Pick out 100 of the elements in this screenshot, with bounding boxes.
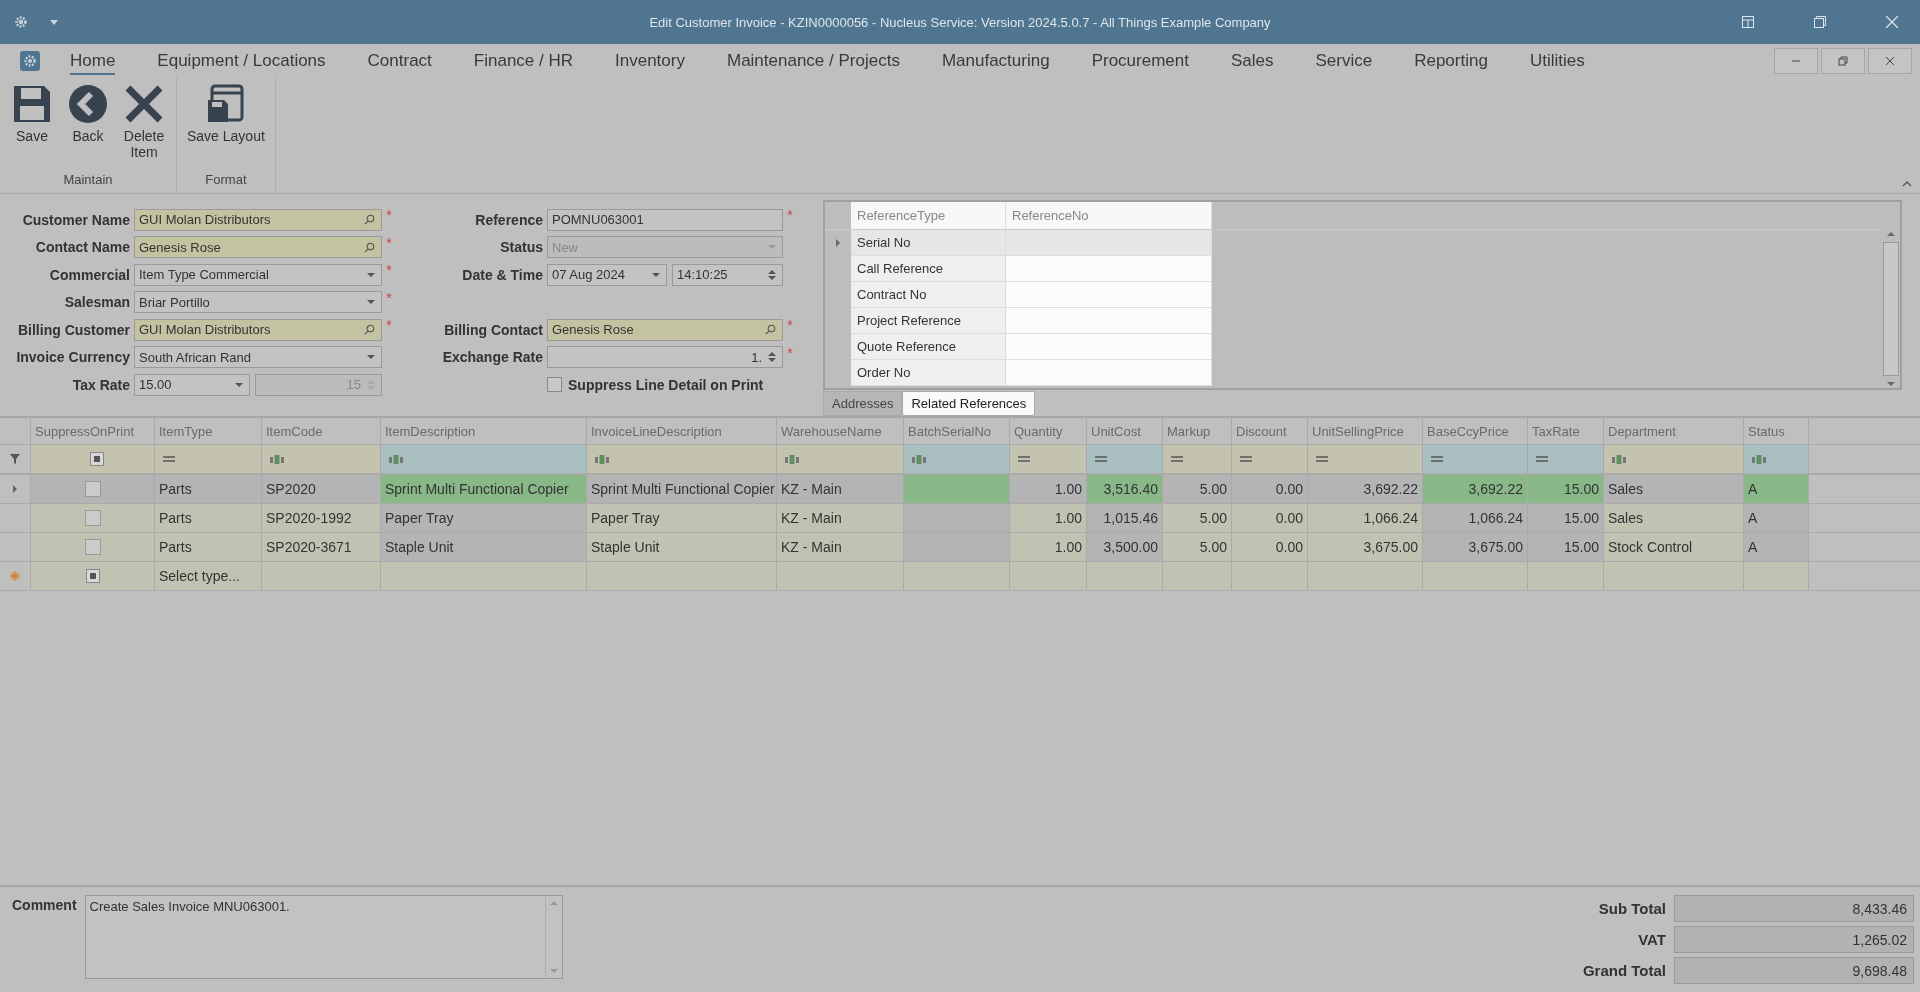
restore-icon: [1838, 56, 1848, 66]
ribbon-button[interactable]: Save: [6, 82, 58, 172]
filter-cell[interactable]: [1087, 445, 1163, 473]
reference-row[interactable]: Serial No: [825, 230, 1882, 256]
menu-tab[interactable]: Maintenance / Projects: [726, 47, 900, 75]
column-header[interactable]: ReferenceNo: [1006, 202, 1212, 229]
checkbox[interactable]: [84, 481, 101, 497]
input-field[interactable]: Genesis Rose: [134, 236, 382, 259]
input-field[interactable]: 07 Aug 2024: [547, 263, 667, 286]
scroll-up-icon[interactable]: [549, 901, 558, 905]
search-icon[interactable]: [364, 241, 375, 253]
caret-icon[interactable]: [50, 19, 58, 25]
input-field[interactable]: 1.: [547, 346, 783, 369]
grid-row[interactable]: Parts SP2020-3671 Staple Unit Staple Unit KZ - Main 1.00 3,500.00 5.00 0.00 3,675.00 3,675.00 15.00 Stock Control A: [0, 533, 1920, 562]
filter-cell[interactable]: [155, 445, 262, 473]
group-label: Format: [204, 172, 248, 189]
menu-tab[interactable]: Manufacturing: [941, 47, 1050, 75]
grid-row[interactable]: Parts SP2020-1992 Paper Tray Paper Tray KZ - Main 1.00 1,015.46 5.00 0.00 1,066.24 1,066.24 15.00 Sales A: [0, 504, 1920, 533]
input-field[interactable]: Briar Portillo: [134, 291, 382, 314]
settings-icon[interactable]: [20, 51, 40, 71]
menu-tab[interactable]: Finance / HR: [473, 47, 574, 75]
panel-tab[interactable]: Addresses: [823, 391, 903, 416]
filter-icon[interactable]: [10, 454, 20, 464]
filter-cell[interactable]: [31, 445, 155, 473]
gear-icon[interactable]: [14, 15, 28, 29]
filter-cell[interactable]: [1010, 445, 1087, 473]
comment-field[interactable]: Create Sales Invoice MNU063001.: [84, 895, 563, 979]
input-field[interactable]: Item Type Commercial: [134, 263, 382, 286]
filter-cell[interactable]: [1528, 445, 1604, 473]
scroll-down-icon[interactable]: [549, 969, 558, 973]
filter-cell[interactable]: [1232, 445, 1308, 473]
search-icon[interactable]: [364, 324, 375, 336]
grid-row[interactable]: Parts SP2020 Sprint Multi Functional Copier Sprint Multi Functional Copier KZ - Main 1.00 3,516.40 5.00 0.00 3,692.22 3,692.22 15.00 Sales A: [0, 475, 1920, 504]
menu-tab[interactable]: Service: [1315, 47, 1373, 75]
filter-cell[interactable]: [1423, 445, 1528, 473]
filter-cell[interactable]: [777, 445, 904, 473]
menu-tab[interactable]: Procurement: [1091, 47, 1189, 75]
restore-button[interactable]: [1821, 48, 1865, 74]
minimize-button[interactable]: [1774, 48, 1818, 74]
input-field[interactable]: South African Rand: [134, 346, 382, 369]
table-cell: Paper Tray: [381, 504, 587, 532]
column-header[interactable]: ReferenceType: [851, 202, 1006, 229]
filter-cell[interactable]: [904, 445, 1010, 473]
table-cell: Parts: [155, 475, 262, 503]
input-field[interactable]: 14:10:25: [672, 263, 783, 286]
search-icon[interactable]: [364, 214, 375, 226]
ribbon-button[interactable]: Save Layout: [183, 82, 269, 172]
collapse-icon[interactable]: [1902, 181, 1912, 187]
reference-row[interactable]: Contract No: [825, 282, 1882, 308]
panel-tab[interactable]: Related References: [902, 391, 1036, 416]
reference-row[interactable]: Quote Reference: [825, 334, 1882, 360]
close-icon: [1885, 56, 1895, 66]
restore-icon[interactable]: [1814, 16, 1826, 28]
filter-cell[interactable]: [587, 445, 777, 473]
checkbox[interactable]: [547, 377, 562, 393]
filter-cell[interactable]: [1163, 445, 1232, 473]
table-cell: 5.00: [1163, 504, 1232, 532]
filter-cell[interactable]: [1744, 445, 1809, 473]
table-cell: A: [1744, 475, 1809, 503]
dropdown-arrow-icon[interactable]: [367, 300, 375, 305]
table-cell: 3,500.00: [1087, 533, 1163, 561]
checkbox[interactable]: [84, 539, 101, 555]
menu-tab[interactable]: Reporting: [1414, 47, 1488, 75]
search-icon[interactable]: [765, 324, 776, 336]
reference-row[interactable]: Call Reference: [825, 256, 1882, 282]
dropdown-arrow-icon[interactable]: [367, 355, 375, 360]
filter-cell[interactable]: [1604, 445, 1744, 473]
reference-row[interactable]: Order No: [825, 360, 1882, 386]
ribbon-button[interactable]: Back: [62, 82, 114, 172]
filter-cell[interactable]: [381, 445, 587, 473]
spin-arrows-icon[interactable]: [768, 268, 776, 281]
filter-cell[interactable]: [1308, 445, 1423, 473]
table-cell: Staple Unit: [381, 533, 587, 561]
layout-icon[interactable]: [1742, 16, 1754, 28]
reference-row[interactable]: Project Reference: [825, 308, 1882, 334]
dropdown-arrow-icon[interactable]: [367, 272, 375, 277]
spin-arrows-icon[interactable]: [768, 351, 776, 364]
menu-tab[interactable]: Inventory: [615, 47, 685, 75]
menu-tab[interactable]: Utilities: [1529, 47, 1585, 75]
checkbox[interactable]: [84, 510, 101, 526]
dropdown-arrow-icon[interactable]: [652, 272, 660, 277]
equals-icon: [1018, 456, 1030, 462]
input-field[interactable]: Genesis Rose: [547, 318, 783, 341]
new-row-placeholder[interactable]: Select type...: [155, 562, 262, 590]
input-field[interactable]: 15.00: [134, 373, 250, 396]
ribbon-button[interactable]: Delete Item: [118, 82, 170, 172]
close-button[interactable]: [1868, 48, 1912, 74]
input-field[interactable]: POMNU063001: [547, 208, 783, 231]
input-field[interactable]: GUI Molan Distributors: [134, 208, 382, 231]
menu-tab[interactable]: Contract: [367, 47, 432, 75]
menu-tab[interactable]: Home: [70, 47, 116, 75]
filter-cell[interactable]: [262, 445, 381, 473]
field-label: Tax Rate: [71, 376, 131, 393]
dropdown-arrow-icon[interactable]: [235, 382, 243, 387]
row-indicator-icon: [13, 485, 17, 493]
table-cell: 3,692.22: [1308, 475, 1423, 503]
close-icon[interactable]: [1886, 16, 1898, 28]
menu-tab[interactable]: Sales: [1230, 47, 1274, 75]
input-field[interactable]: GUI Molan Distributors: [134, 318, 382, 341]
menu-tab[interactable]: Equipment / Locations: [157, 47, 326, 75]
